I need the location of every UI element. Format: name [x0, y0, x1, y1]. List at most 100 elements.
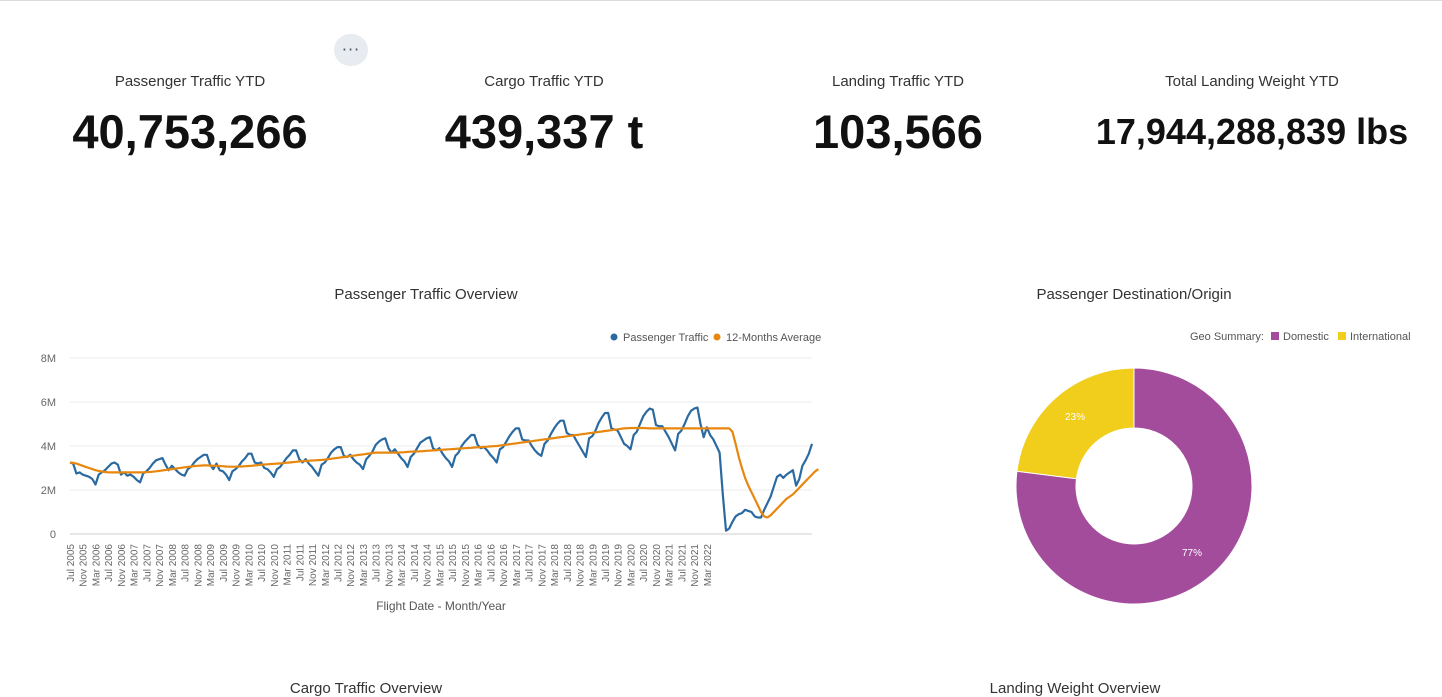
passenger-traffic-line: [69, 406, 814, 532]
x-tick-label: Jul 2005: [66, 544, 77, 582]
x-tick-label: Nov 2019: [614, 544, 625, 587]
x-tick-label: Nov 2014: [423, 544, 434, 587]
legend-item[interactable]: 12-Months Average: [713, 332, 822, 344]
x-tick-label: Jul 2016: [486, 544, 497, 582]
legend-dot: [610, 333, 618, 341]
x-tick-label: Mar 2009: [206, 544, 217, 587]
legend-item[interactable]: Domestic: [1271, 331, 1329, 343]
x-tick-label: Mar 2010: [244, 544, 255, 587]
x-tick-label: Jul 2018: [563, 544, 574, 582]
legend-label: International: [1350, 331, 1411, 343]
x-tick-label: Mar 2019: [588, 544, 599, 587]
x-tick-label: Jul 2021: [677, 544, 688, 582]
x-tick-label: Jul 2008: [181, 544, 192, 582]
x-tick-label: Mar 2021: [665, 544, 676, 587]
x-tick-label: Jul 2014: [410, 544, 421, 582]
x-tick-label: Jul 2012: [334, 544, 345, 582]
x-tick-label: Nov 2007: [155, 544, 166, 587]
legend-label: Passenger Traffic: [623, 332, 709, 344]
kpi-value: 17,944,288,839 lbs: [1095, 111, 1409, 152]
x-tick-label: Mar 2012: [321, 544, 332, 587]
x-tick-label: Nov 2005: [79, 544, 90, 587]
kpi-cargo-traffic: Cargo Traffic YTD 439,337 t: [366, 72, 722, 160]
y-tick-label: 8M: [41, 353, 56, 365]
passenger-chart-title: Passenger Traffic Overview: [334, 286, 518, 303]
x-tick-label: Mar 2018: [550, 544, 561, 587]
x-tick-label: Nov 2020: [652, 544, 663, 587]
legend-label: 12-Months Average: [726, 332, 821, 344]
x-tick-label: Nov 2010: [270, 544, 281, 587]
x-tick-label: Jul 2020: [639, 544, 650, 582]
x-tick-label: Nov 2008: [193, 544, 204, 587]
legend-label: Domestic: [1283, 331, 1329, 343]
kpi-landing-traffic: Landing Traffic YTD 103,566: [720, 72, 1076, 160]
donut-slices: 77% 23%: [1015, 367, 1253, 605]
x-tick-label: Jul 2010: [257, 544, 268, 582]
kpi-title: Passenger Traffic YTD: [114, 73, 266, 90]
x-tick-label: Jul 2013: [372, 544, 383, 582]
slice-percent-label: 23%: [1065, 412, 1085, 423]
x-tick-label: Mar 2008: [168, 544, 179, 587]
legend-item[interactable]: Passenger Traffic: [610, 332, 709, 344]
kpi-title: Cargo Traffic YTD: [484, 73, 604, 90]
x-tick-label: Jul 2006: [104, 544, 115, 582]
kpi-value: 40,753,266: [72, 105, 308, 158]
x-tick-label: Nov 2021: [690, 544, 701, 587]
x-tick-label: Nov 2016: [499, 544, 510, 587]
x-tick-label: Nov 2012: [346, 544, 357, 587]
kpi-value: 103,566: [813, 105, 983, 158]
geo-chart-title: Passenger Destination/Origin: [1036, 286, 1232, 303]
x-tick-label: Nov 2015: [461, 544, 472, 587]
legend-item[interactable]: International: [1338, 331, 1411, 343]
chart-legend[interactable]: Passenger Traffic 12-Months Average: [610, 332, 822, 344]
legend-swatch: [1338, 332, 1346, 340]
x-tick-label: Jul 2007: [142, 544, 153, 582]
more-options-button[interactable]: ···: [334, 34, 368, 66]
legend-swatch: [1271, 332, 1279, 340]
passenger-traffic-chart[interactable]: Passenger Traffic 12-Months Average 0 2M 4M…: [0, 320, 840, 620]
x-tick-label: Jul 2015: [448, 544, 459, 582]
kpi-total-landing-weight: Total Landing Weight YTD 17,944,288,839 …: [1074, 72, 1430, 160]
x-tick-label: Mar 2013: [359, 544, 370, 587]
x-tick-label: Mar 2017: [512, 544, 523, 587]
slice-percent-label: 77%: [1182, 548, 1202, 559]
landing-weight-chart-title: Landing Weight Overview: [989, 680, 1161, 697]
kpi-passenger-traffic: Passenger Traffic YTD 40,753,266: [12, 72, 368, 160]
legend-title: Geo Summary:: [1190, 331, 1264, 343]
y-tick-label: 2M: [41, 485, 56, 497]
x-tick-label: Jul 2019: [601, 544, 612, 582]
x-tick-label: Mar 2020: [626, 544, 637, 587]
x-tick-label: Nov 2006: [117, 544, 128, 587]
x-tick-label: Jul 2011: [295, 544, 306, 582]
y-tick-label: 4M: [41, 441, 56, 453]
international-slice[interactable]: [1016, 367, 1135, 480]
x-tick-label: Mar 2006: [91, 544, 102, 587]
cargo-chart-title: Cargo Traffic Overview: [289, 680, 443, 697]
x-axis-title: Flight Date - Month/Year: [376, 599, 506, 613]
x-axis: Jul 2005 Nov 2005 Mar 2006 Jul 2006 Nov 2006…: [66, 544, 714, 587]
kpi-value: 439,337 t: [444, 105, 644, 158]
x-tick-label: Mar 2007: [130, 544, 141, 587]
x-tick-label: Mar 2016: [474, 544, 485, 587]
more-horizontal-icon: ···: [341, 40, 361, 59]
kpi-title: Total Landing Weight YTD: [1165, 73, 1339, 90]
x-tick-label: Nov 2011: [308, 544, 319, 587]
x-tick-label: Jul 2009: [219, 544, 230, 582]
x-tick-label: Mar 2011: [283, 544, 294, 586]
passenger-destination-chart[interactable]: Geo Summary: Domestic International 77% 23%: [900, 320, 1442, 620]
x-tick-label: Nov 2013: [384, 544, 395, 587]
x-tick-label: Nov 2018: [576, 544, 587, 587]
chart-legend[interactable]: Geo Summary: Domestic International: [1190, 331, 1411, 343]
top-divider: [0, 0, 1442, 1]
x-tick-label: Mar 2015: [435, 544, 446, 587]
x-tick-label: Mar 2022: [703, 544, 714, 587]
twelve-month-average-line: [69, 426, 820, 519]
y-axis: 0 2M 4M 6M 8M: [41, 353, 56, 541]
chart-gridlines: [70, 357, 812, 535]
x-tick-label: Jul 2017: [525, 544, 536, 582]
x-tick-label: Nov 2009: [232, 544, 243, 587]
kpi-title: Landing Traffic YTD: [831, 73, 965, 90]
y-tick-label: 0: [50, 529, 56, 541]
legend-dot: [713, 333, 721, 341]
x-tick-label: Nov 2017: [537, 544, 548, 587]
